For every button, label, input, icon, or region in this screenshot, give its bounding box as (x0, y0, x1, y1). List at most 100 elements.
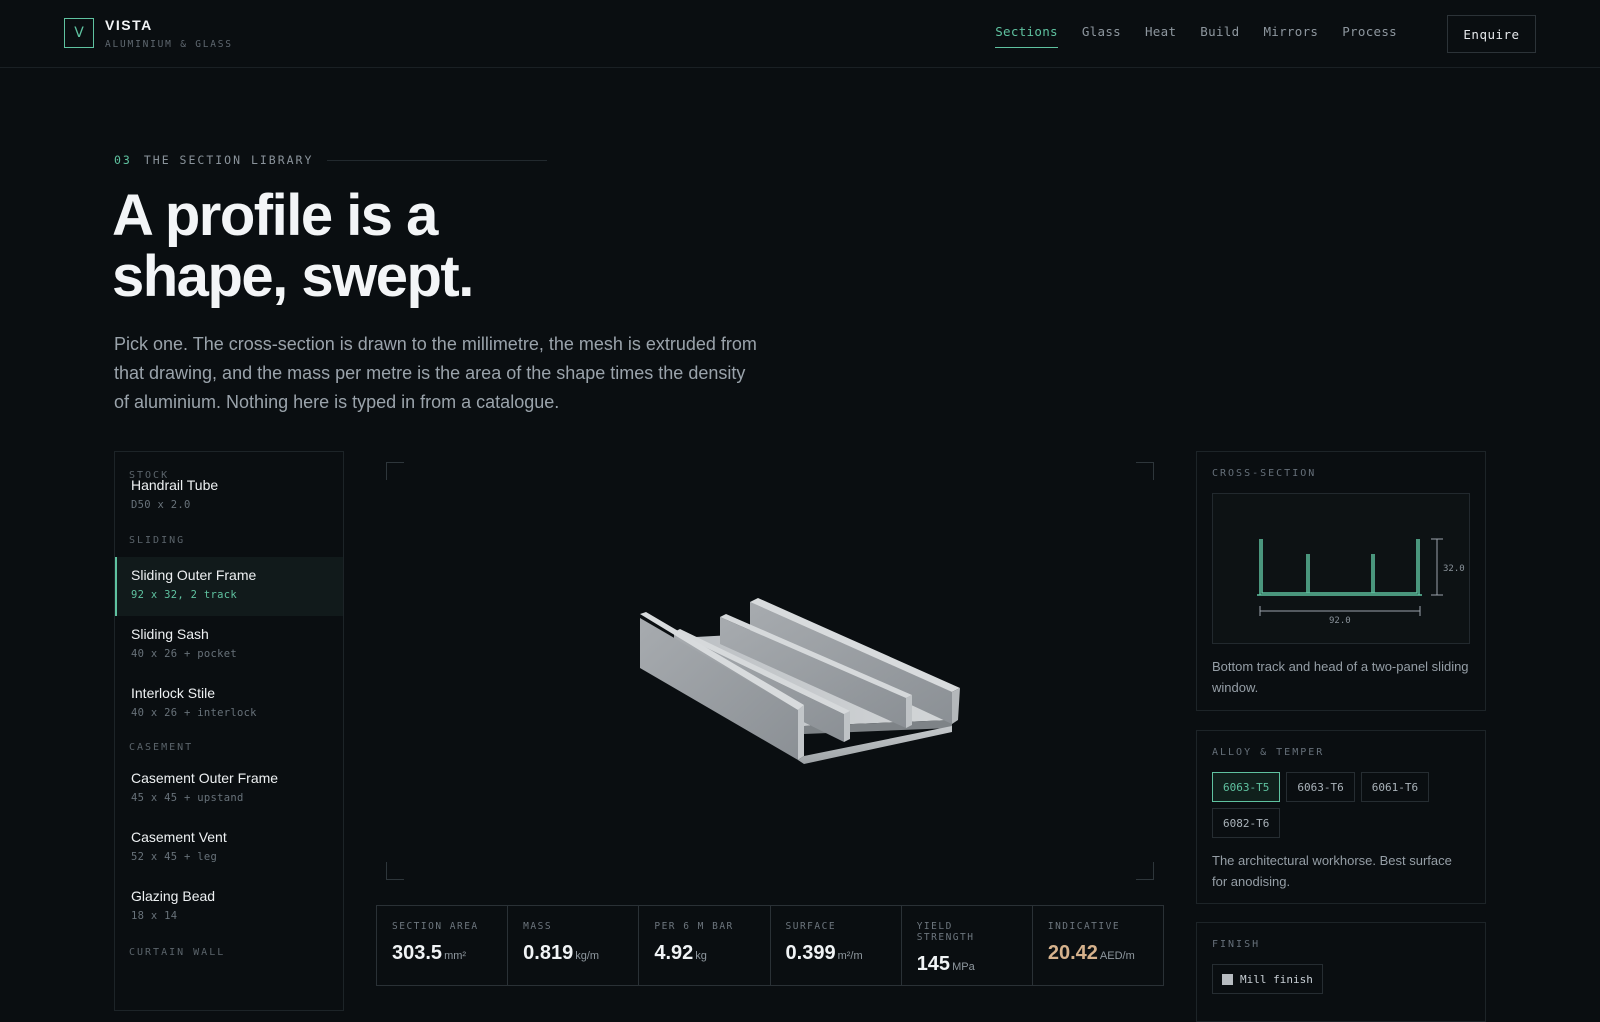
alloy-option-6061-t6[interactable]: 6061-T6 (1360, 772, 1430, 802)
section-eyebrow: 03 THE SECTION LIBRARY (114, 153, 548, 167)
stat-label: MASS (523, 921, 553, 932)
list-item-dims: 40 x 26 + pocket (131, 648, 237, 660)
stat-value: 145 MPa (917, 953, 1017, 976)
stat-unit: AED/m (1099, 950, 1135, 962)
alloy-options: 6063-T5 6063-T6 6061-T6 6082-T6 (1212, 772, 1482, 838)
list-item-name: Casement Vent (131, 829, 227, 845)
list-item-name: Sliding Outer Frame (131, 567, 257, 583)
profile-3d-viewport[interactable] (386, 462, 1154, 880)
viewport-corner (386, 462, 404, 480)
group-label-casement: CASEMENT (129, 742, 194, 753)
list-item-interlock-stile[interactable]: Interlock Stile 40 x 26 + interlock (115, 675, 343, 734)
finish-option-label: Mill finish (1240, 972, 1313, 986)
stat-number: 0.399 (785, 942, 836, 964)
list-item-name: Handrail Tube (131, 477, 219, 493)
list-item-casement-outer-frame[interactable]: Casement Outer Frame 45 x 45 + upstand (115, 760, 343, 819)
brand-name[interactable]: VISTA (105, 17, 153, 33)
stat-number: 20.42 (1047, 942, 1098, 964)
list-item-dims: 18 x 14 (131, 910, 178, 922)
section-label: THE SECTION LIBRARY (143, 153, 314, 167)
list-item-glazing-bead[interactable]: Glazing Bead 18 x 14 (115, 878, 343, 937)
stat-label: SURFACE (785, 921, 837, 932)
list-item-name: Glazing Bead (131, 888, 216, 904)
list-item-dims: D50 x 2.0 (131, 499, 191, 511)
alloy-option-6063-t6[interactable]: 6063-T6 (1286, 772, 1355, 802)
headline-line-1: A profile is a (112, 183, 438, 248)
cross-section-title: CROSS-SECTION (1212, 468, 1317, 479)
alloy-title: ALLOY & TEMPER (1212, 747, 1325, 758)
profile-rib (1306, 554, 1310, 593)
height-dimension (1431, 538, 1443, 596)
enquire-button[interactable]: Enquire (1447, 15, 1536, 53)
alloy-caption: The architectural workhorse. Best surfac… (1212, 853, 1452, 889)
list-item-name: Sliding Sash (131, 626, 209, 642)
viewport-corner (1136, 862, 1154, 880)
stat-value: 0.399 m²/m (786, 942, 886, 965)
list-item-handrail-tube[interactable]: Handrail Tube D50 x 2.0 (115, 477, 343, 531)
stat-yield-strength: YIELD STRENGTH 145 MPa (902, 906, 1033, 985)
stat-unit: m²/m (837, 950, 863, 962)
list-item-name: Casement Outer Frame (131, 770, 279, 786)
stat-unit: kg/m (575, 950, 600, 962)
list-item-sliding-sash[interactable]: Sliding Sash 40 x 26 + pocket (115, 616, 343, 675)
stat-indicative-price: INDICATIVE 20.42 AED/m (1033, 906, 1163, 985)
extruded-profile-render (640, 598, 960, 764)
finish-title: FINISH (1212, 939, 1261, 950)
profile-rib (1371, 554, 1375, 593)
headline-line-2: shape, swept. (112, 244, 474, 309)
list-item-sliding-outer-frame[interactable]: Sliding Outer Frame 92 x 32, 2 track (115, 557, 343, 616)
stat-label: INDICATIVE (1047, 921, 1121, 932)
nav-heat[interactable]: Heat (1145, 24, 1176, 48)
height-label: 32.0 (1443, 564, 1465, 574)
stock-list-panel[interactable]: STOCK Handrail Tube D50 x 2.0 SLIDING Sl… (114, 451, 344, 1011)
stats-strip: SECTION AREA 303.5 mm² MASS 0.819 kg/m PER… (376, 905, 1164, 986)
brand-tagline: ALUMINIUM & GLASS (105, 39, 233, 50)
eyebrow-rule (327, 159, 548, 161)
logo-mark[interactable]: V (64, 18, 94, 48)
list-item-casement-vent[interactable]: Casement Vent 52 x 45 + leg (115, 819, 343, 878)
stat-section-area: SECTION AREA 303.5 mm² (377, 906, 509, 985)
list-item-dims: 92 x 32, 2 track (131, 589, 237, 601)
alloy-temper-panel: ALLOY & TEMPER 6063-T5 6063-T6 6061-T6 6… (1196, 730, 1486, 904)
cross-section-panel: CROSS-SECTION 32.0 92.0 Bottom track and… (1196, 451, 1486, 711)
cross-section-drawing: 32.0 92.0 (1212, 493, 1470, 644)
viewport-corner (386, 862, 404, 880)
intro-paragraph: Pick one. The cross-section is drawn to … (114, 334, 757, 412)
stat-number: 0.819 (523, 942, 574, 964)
finish-swatch (1222, 973, 1233, 985)
stat-value: 4.92 kg (654, 942, 754, 965)
width-label: 92.0 (1329, 616, 1351, 626)
stat-number: 303.5 (392, 942, 443, 964)
stat-surface: SURFACE 0.399 m²/m (771, 906, 902, 985)
alloy-option-6082-t6[interactable]: 6082-T6 (1212, 808, 1281, 838)
stat-label: SECTION AREA (392, 921, 479, 932)
section-number: 03 (114, 153, 132, 167)
cross-section-svg: 32.0 92.0 (1257, 538, 1465, 626)
stat-value: 0.819 kg/m (523, 942, 623, 965)
stat-mass: MASS 0.819 kg/m (508, 906, 640, 985)
main-nav: Sections Glass Heat Build Mirrors Proces… (971, 24, 1397, 48)
nav-mirrors[interactable]: Mirrors (1263, 24, 1318, 48)
finish-panel: FINISH Mill finish (1196, 922, 1486, 1022)
width-dimension (1259, 606, 1421, 616)
list-item-dims: 40 x 26 + interlock (131, 707, 257, 719)
stat-number: 145 (916, 953, 951, 975)
nav-build[interactable]: Build (1200, 24, 1239, 48)
alloy-option-6063-t5[interactable]: 6063-T5 (1212, 772, 1281, 802)
stat-value: 303.5 mm² (392, 942, 492, 965)
nav-process[interactable]: Process (1342, 24, 1397, 48)
stat-number: 4.92 (654, 942, 694, 964)
nav-glass[interactable]: Glass (1082, 24, 1121, 48)
page-headline: A profile is a shape, swept. (112, 185, 712, 307)
list-item-dims: 45 x 45 + upstand (131, 792, 244, 804)
profile-inner (1261, 539, 1418, 594)
stat-unit: kg (695, 950, 707, 962)
finish-option-mill[interactable]: Mill finish (1212, 964, 1323, 994)
stat-label: PER 6 M BAR (654, 921, 734, 932)
stat-per-bar: PER 6 M BAR 4.92 kg (639, 906, 771, 985)
stat-label: YIELD STRENGTH (916, 921, 975, 943)
stat-unit: MPa (952, 961, 975, 973)
nav-sections[interactable]: Sections (995, 24, 1058, 48)
top-bar: V VISTA ALUMINIUM & GLASS Sections Glass… (0, 0, 1600, 68)
list-item-name: Interlock Stile (131, 685, 216, 701)
